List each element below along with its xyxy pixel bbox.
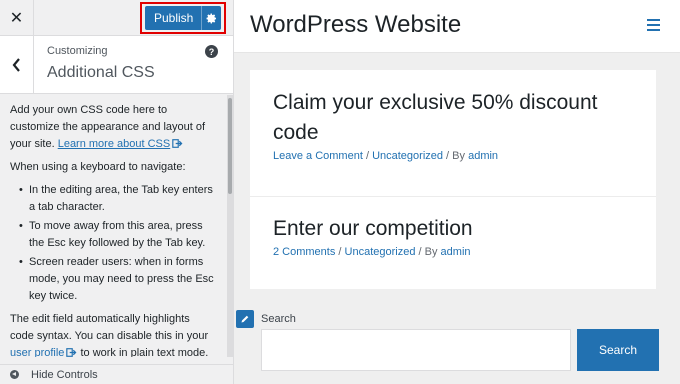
- post-category-link[interactable]: Uncategorized: [372, 150, 443, 162]
- site-preview: WordPress Website Claim your exclusive 5…: [234, 0, 680, 384]
- post-meta: Leave a Comment / Uncategorized / By adm…: [273, 150, 499, 162]
- post-author-link[interactable]: admin: [468, 150, 498, 162]
- search-button[interactable]: Search: [577, 329, 659, 371]
- description-paragraph: Add your own CSS code here to customize …: [10, 104, 206, 150]
- publish-button[interactable]: Publish: [145, 6, 221, 30]
- posts-list: Claim your exclusive 50% discount code L…: [250, 70, 656, 289]
- section-header: Customizing Additional CSS ?: [0, 36, 233, 94]
- search-input[interactable]: [261, 329, 571, 371]
- post-comments-link[interactable]: 2 Comments: [273, 246, 335, 258]
- user-profile-link[interactable]: user profile: [10, 347, 64, 357]
- publish-settings-button[interactable]: [201, 6, 221, 30]
- keyboard-heading: When using a keyboard to navigate:: [10, 161, 186, 173]
- external-link-icon: [172, 139, 183, 148]
- site-title[interactable]: WordPress Website: [250, 11, 461, 39]
- list-item: Screen reader users: when in forms mode,…: [19, 254, 216, 305]
- section-title: Additional CSS: [47, 64, 155, 81]
- post-title[interactable]: Enter our competition: [273, 214, 633, 244]
- post-entry: Claim your exclusive 50% discount code L…: [250, 70, 656, 197]
- customizer-sidebar: ✕ Publish Customizing Additional CSS ? A…: [0, 0, 234, 384]
- post-comments-link[interactable]: Leave a Comment: [273, 150, 363, 162]
- post-author-link[interactable]: admin: [441, 246, 471, 258]
- list-item: To move away from this area, press the E…: [19, 218, 216, 252]
- collapse-icon: [10, 370, 19, 379]
- gear-icon: [206, 13, 217, 23]
- post-meta: 2 Comments / Uncategorized / By admin: [273, 246, 471, 258]
- hide-controls-label: Hide Controls: [31, 368, 98, 381]
- close-customizer-button[interactable]: ✕: [0, 0, 34, 35]
- customizer-topbar: ✕ Publish: [0, 0, 233, 36]
- edit-widget-button[interactable]: [236, 310, 254, 328]
- close-icon: ✕: [9, 9, 24, 27]
- external-link-icon: [66, 348, 77, 357]
- hamburger-menu-icon[interactable]: [647, 19, 661, 31]
- hide-controls-button[interactable]: Hide Controls: [0, 364, 233, 384]
- post-title[interactable]: Claim your exclusive 50% discount code: [273, 88, 633, 148]
- post-entry: Enter our competition 2 Comments / Uncat…: [250, 198, 656, 289]
- chevron-left-icon: [12, 58, 20, 72]
- post-category-link[interactable]: Uncategorized: [345, 246, 416, 258]
- sidebar-scrollbar-thumb[interactable]: [228, 98, 232, 194]
- section-breadcrumb: Customizing: [47, 45, 108, 57]
- keyboard-tips-list: In the editing area, the Tab key enters …: [10, 182, 216, 305]
- list-item: In the editing area, the Tab key enters …: [19, 182, 216, 216]
- search-label: Search: [261, 313, 296, 325]
- back-button[interactable]: [0, 36, 34, 94]
- publish-label: Publish: [154, 11, 194, 25]
- learn-more-css-link[interactable]: Learn more about CSS: [58, 138, 184, 150]
- site-header: WordPress Website: [234, 0, 680, 53]
- help-icon[interactable]: ?: [205, 45, 218, 58]
- pencil-icon: [241, 315, 249, 323]
- css-description: Add your own CSS code here to customize …: [0, 95, 226, 357]
- syntax-paragraph: The edit field automatically highlights …: [10, 313, 209, 357]
